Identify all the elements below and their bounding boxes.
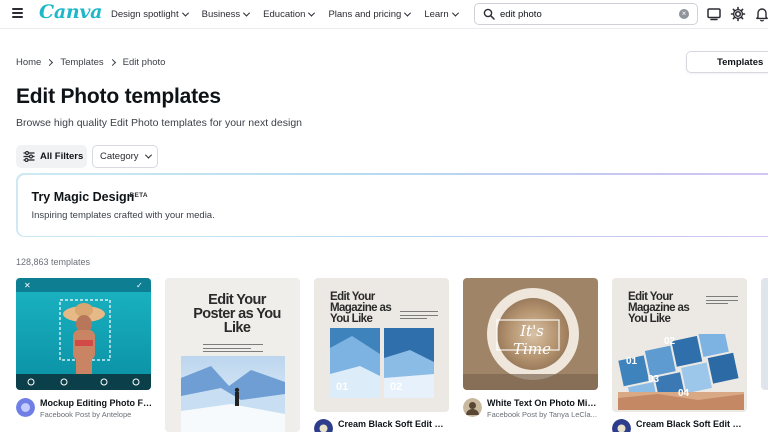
chevron-down-icon [181,9,189,17]
chevron-right-icon [46,58,54,67]
nav-business[interactable]: Business [201,9,251,20]
beta-badge: BETA [129,191,148,199]
page-number: 02 [664,336,676,347]
page-number: 04 [678,388,690,399]
template-thumbnail[interactable]: ✕ ✓ [16,278,151,390]
canva-logo[interactable]: Canva [39,1,102,23]
magic-design-title: Try Magic Design [31,189,135,204]
nav-label: Learn [424,9,449,20]
template-thumbnail[interactable]: Edit Your Magazine as You Like 01 02 03 … [612,278,747,412]
clear-icon[interactable]: × [679,9,689,19]
template-thumbnail[interactable]: Edit Your Poster as You Like [165,278,300,432]
avatar [314,419,333,432]
chevron-down-icon [404,9,412,17]
search-icon [483,8,495,20]
template-thumbnail[interactable]: It's Time [463,278,598,390]
avatar [463,398,482,417]
chevron-down-icon [243,9,251,17]
chevron-down-icon [144,151,152,159]
hamburger-icon[interactable] [12,8,23,18]
breadcrumb-home[interactable]: Home [16,57,41,68]
template-name[interactable]: Cream Black Soft Edit Ma... [338,419,450,429]
template-name[interactable]: White Text On Photo Mini... [487,398,599,408]
breadcrumb: Home Templates Edit photo [16,57,165,68]
nav-label: Plans and pricing [328,9,402,20]
svg-text:✕: ✕ [24,281,31,290]
nav-design-spotlight[interactable]: Design spotlight [111,9,189,20]
all-filters-button[interactable]: All Filters [16,145,87,168]
search-input[interactable] [500,7,670,21]
nav-education[interactable]: Education [263,9,316,20]
templates-button[interactable]: Templates [686,51,768,73]
gear-icon[interactable] [730,6,746,22]
page-number: 01 [336,381,349,393]
all-filters-label: All Filters [40,151,84,162]
body-text-lines [400,311,438,322]
template-author: Facebook Post by Tanya LeCla... [487,410,597,419]
nav-label: Business [201,9,241,20]
page-title: Edit Photo templates [16,85,221,108]
page-number: 03 [648,374,660,385]
nav-plans-and-pricing[interactable]: Plans and pricing [328,9,412,20]
breadcrumb-templates[interactable]: Templates [60,57,103,68]
nav-label: Education [263,9,306,20]
poster-headline: Edit Your Poster as You Like [193,292,281,336]
nav-learn[interactable]: Learn [424,9,459,20]
chevron-right-icon [108,58,116,67]
body-text-lines [706,296,738,307]
bell-icon[interactable] [754,6,768,22]
breadcrumb-current: Edit photo [122,57,166,68]
page-number: 01 [626,356,638,367]
magazine-headline: Edit Your Magazine as You Like [330,291,392,325]
magic-design-card[interactable]: Try Magic Design BETA Inspiring template… [16,173,768,237]
avatar [16,398,35,417]
body-text-lines [203,344,263,355]
poster-photo [181,356,285,432]
template-card-partial[interactable] [761,278,768,390]
template-author: Facebook Post by Antelope [40,410,132,419]
avatar [612,419,631,432]
template-name[interactable]: Cream Black Soft Edit Ma... [636,419,748,429]
its-time-headline: It's Time [513,322,551,358]
filter-sliders-icon [23,151,35,162]
page-subtitle: Browse high quality Edit Photo templates… [16,117,302,129]
magazine-headline: Edit Your Magazine as You Like [628,291,690,325]
template-name[interactable]: Mockup Editing Photo Fa... [40,398,152,408]
template-thumbnail[interactable]: Edit Your Magazine as You Like 01 02 [314,278,449,412]
search-box[interactable]: × [474,3,698,25]
template-preview-image: ✕ ✓ [16,278,151,390]
template-count: 128,863 templates [16,257,91,267]
chevron-down-icon [308,9,316,17]
nav-label: Design spotlight [111,9,179,20]
page-number: 02 [390,381,403,393]
category-dropdown[interactable]: Category [92,145,158,168]
desktop-icon[interactable] [706,6,722,22]
category-label: Category [100,151,139,162]
main-nav: Design spotlight Business Education Plan… [111,9,472,20]
magic-design-description: Inspiring templates crafted with your me… [31,209,215,221]
chevron-down-icon [451,9,459,17]
svg-text:✓: ✓ [136,281,143,290]
top-navigation-bar: Canva Design spotlight Business Educatio… [0,0,768,29]
